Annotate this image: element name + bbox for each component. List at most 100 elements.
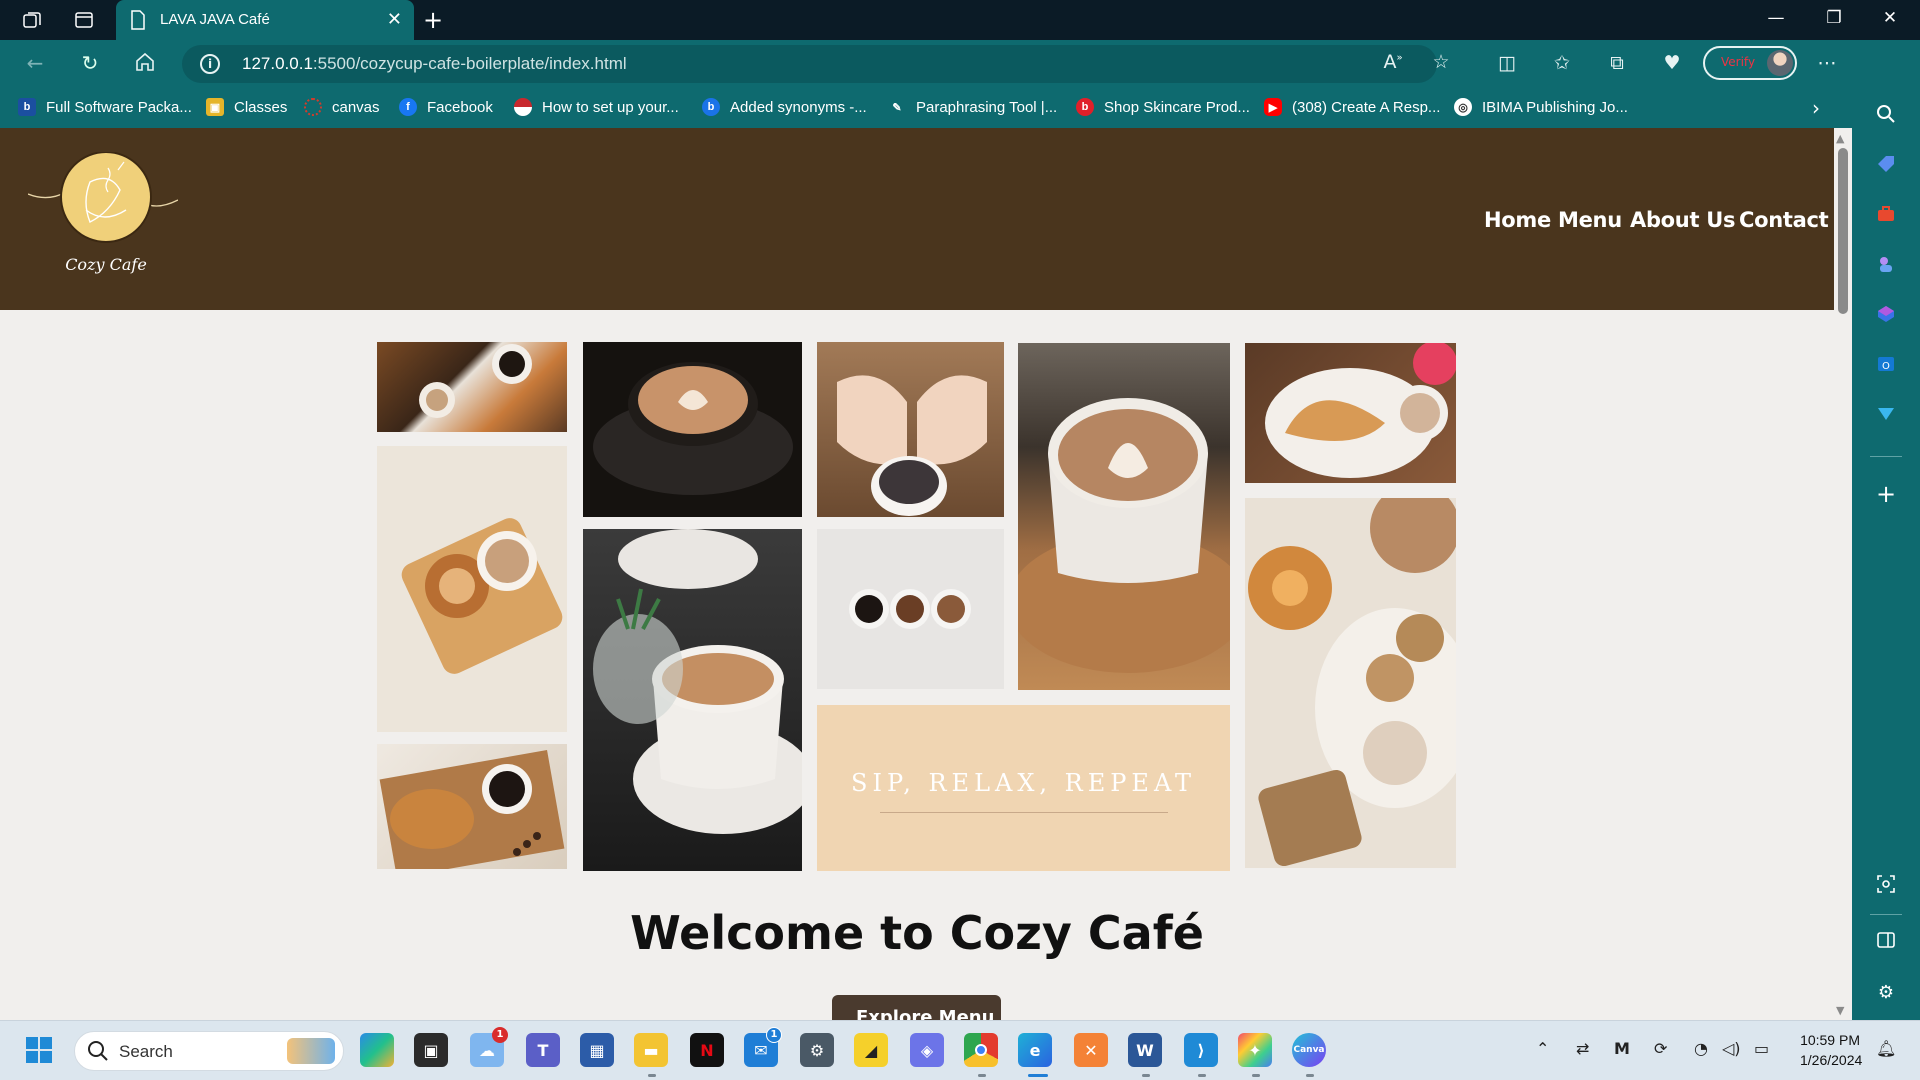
running-indicator — [1306, 1074, 1314, 1077]
refresh-icon[interactable]: ↻ — [77, 51, 103, 77]
pokeball-icon — [514, 98, 532, 116]
favorites-bar: b Full Software Packa... ▣ Classes canvas … — [0, 88, 1852, 128]
favorite-item[interactable]: ▶ (308) Create A Resp... — [1264, 98, 1440, 116]
chevron-up-icon[interactable]: ⌃ — [1536, 1039, 1549, 1058]
tray-settings-icon[interactable]: ⇄ — [1576, 1039, 1589, 1058]
favorite-item[interactable]: ▣ Classes — [206, 98, 287, 116]
nav-menu[interactable]: Menu — [1558, 208, 1622, 232]
search-icon[interactable] — [1874, 102, 1898, 126]
mail-icon[interactable]: ✉ 1 — [744, 1027, 782, 1067]
word-icon[interactable]: W — [1128, 1033, 1162, 1067]
windows-start-icon[interactable] — [22, 1033, 56, 1067]
site-info-icon[interactable]: i — [200, 54, 220, 74]
photo-cappuccino-plant — [583, 529, 802, 871]
favorites-icon[interactable]: ✩ — [1549, 52, 1575, 74]
shopping-tag-icon[interactable] — [1874, 152, 1898, 176]
explore-menu-label: Explore Menu — [856, 1007, 995, 1020]
explore-menu-button[interactable]: Explore Menu — [832, 995, 1001, 1020]
tab-title: LAVA JAVA Café — [160, 11, 270, 28]
workspaces-icon[interactable] — [20, 8, 44, 32]
task-view-icon[interactable]: ▣ — [414, 1033, 448, 1067]
new-tab-icon[interactable]: + — [423, 6, 443, 34]
nav-about-us[interactable]: About Us — [1630, 208, 1735, 232]
restore-icon[interactable]: ❐ — [1822, 8, 1846, 28]
back-icon[interactable]: ← — [22, 51, 48, 77]
tools-icon[interactable] — [1874, 202, 1898, 226]
photo-latte-black-cup — [583, 342, 802, 517]
outlook-icon[interactable]: O — [1874, 352, 1898, 376]
copilot-app-icon[interactable]: ◈ — [910, 1033, 944, 1067]
search-highlight-icon — [287, 1038, 335, 1064]
netflix-icon[interactable]: N — [690, 1033, 724, 1067]
weather-icon[interactable]: ☁ 1 — [470, 1027, 508, 1067]
gemini-icon[interactable]: ✦ — [1238, 1033, 1272, 1067]
profile-button[interactable]: Verify — [1703, 46, 1797, 80]
favorite-item[interactable]: ◎ IBIMA Publishing Jo... — [1454, 98, 1628, 116]
widgets-icon[interactable]: ▦ — [580, 1033, 614, 1067]
sticky-notes-icon[interactable]: ◢ — [854, 1033, 888, 1067]
collections-icon[interactable]: ⧉ — [1604, 52, 1630, 74]
chevron-right-icon[interactable]: › — [1812, 96, 1820, 120]
xampp-icon[interactable]: ✕ — [1074, 1033, 1108, 1067]
scroll-up-icon[interactable]: ▲ — [1836, 132, 1844, 145]
volume-icon[interactable]: ◁) — [1722, 1039, 1741, 1058]
tray-app-icon[interactable]: M — [1614, 1039, 1630, 1058]
address-bar[interactable]: i 127.0.0.1:5500/cozycup-cafe-boilerplat… — [182, 45, 1450, 83]
favorite-item[interactable]: b Added synonyms -... — [702, 98, 867, 116]
globe-icon: ◎ — [1454, 98, 1472, 116]
running-indicator — [1252, 1074, 1260, 1077]
settings-icon[interactable]: ⚙ — [800, 1033, 834, 1067]
chrome-icon[interactable] — [964, 1033, 998, 1067]
teams-icon[interactable]: T — [526, 1033, 560, 1067]
settings-gear-icon[interactable]: ⚙ — [1874, 980, 1898, 1004]
tab-lava-java[interactable]: LAVA JAVA Café ✕ — [116, 0, 414, 40]
favorite-item[interactable]: b Full Software Packa... — [18, 98, 192, 116]
page-icon — [130, 10, 146, 34]
add-icon[interactable]: + — [1874, 480, 1898, 508]
favorite-item[interactable]: f Facebook — [399, 98, 493, 116]
drop-send-icon[interactable] — [1874, 402, 1898, 426]
url-text[interactable]: 127.0.0.1:5500/cozycup-cafe-boilerplate/… — [242, 54, 627, 74]
edge-icon[interactable]: e — [1018, 1033, 1052, 1067]
sync-icon[interactable]: ⟳ — [1654, 1039, 1667, 1058]
favorite-star-icon[interactable]: ☆ — [1428, 51, 1454, 73]
more-options-icon[interactable]: ⋯ — [1814, 52, 1840, 74]
copilot-preview-icon[interactable] — [360, 1033, 394, 1067]
read-aloud-icon[interactable]: A» — [1380, 51, 1406, 73]
running-indicator — [978, 1074, 986, 1077]
active-indicator — [1028, 1074, 1048, 1077]
favorite-item[interactable]: canvas — [304, 98, 380, 116]
close-tab-icon[interactable]: ✕ — [387, 9, 402, 30]
close-window-icon[interactable]: ✕ — [1878, 8, 1902, 28]
battery-icon[interactable]: ▭ — [1754, 1039, 1769, 1058]
canva-icon[interactable]: Canva — [1292, 1033, 1326, 1067]
cafe-logo[interactable]: Cozy Cafe — [28, 152, 178, 280]
screenshot-icon[interactable] — [1874, 872, 1898, 896]
wifi-icon[interactable]: ◔ — [1694, 1039, 1708, 1058]
scrollbar-thumb[interactable] — [1838, 148, 1848, 314]
health-icon[interactable]: ♥ — [1659, 52, 1685, 74]
notification-bell-icon[interactable]: 🔔︎ — [1876, 1039, 1896, 1058]
avatar — [1767, 50, 1793, 76]
favorite-item[interactable]: How to set up your... — [514, 98, 679, 116]
nav-home[interactable]: Home — [1484, 208, 1551, 232]
hide-sidebar-icon[interactable] — [1874, 928, 1898, 952]
clock[interactable]: 10:59 PM 1/26/2024 — [1800, 1030, 1862, 1070]
nav-contact[interactable]: Contact — [1739, 208, 1829, 232]
minimize-icon[interactable]: — — [1764, 8, 1788, 28]
home-icon[interactable] — [132, 51, 158, 77]
m365-icon[interactable] — [1874, 302, 1898, 326]
site-header: Cozy Cafe Home Menu About Us Contact — [0, 128, 1834, 310]
tab-actions-icon[interactable] — [72, 8, 96, 32]
favorite-item[interactable]: b Shop Skincare Prod... — [1076, 98, 1250, 116]
welcome-heading: Welcome to Cozy Café — [630, 906, 1204, 960]
favorite-item[interactable]: ✎ Paraphrasing Tool |... — [888, 98, 1057, 116]
canvas-icon — [304, 98, 322, 116]
vscode-icon[interactable]: ⟩ — [1184, 1033, 1218, 1067]
games-icon[interactable] — [1874, 252, 1898, 276]
taskbar-search[interactable]: Search — [74, 1031, 344, 1071]
file-explorer-icon[interactable]: ▬ — [634, 1033, 668, 1067]
split-screen-icon[interactable]: ◫ — [1494, 52, 1520, 74]
photo-three-cups — [817, 529, 1004, 689]
scroll-down-icon[interactable]: ▼ — [1836, 1004, 1844, 1017]
